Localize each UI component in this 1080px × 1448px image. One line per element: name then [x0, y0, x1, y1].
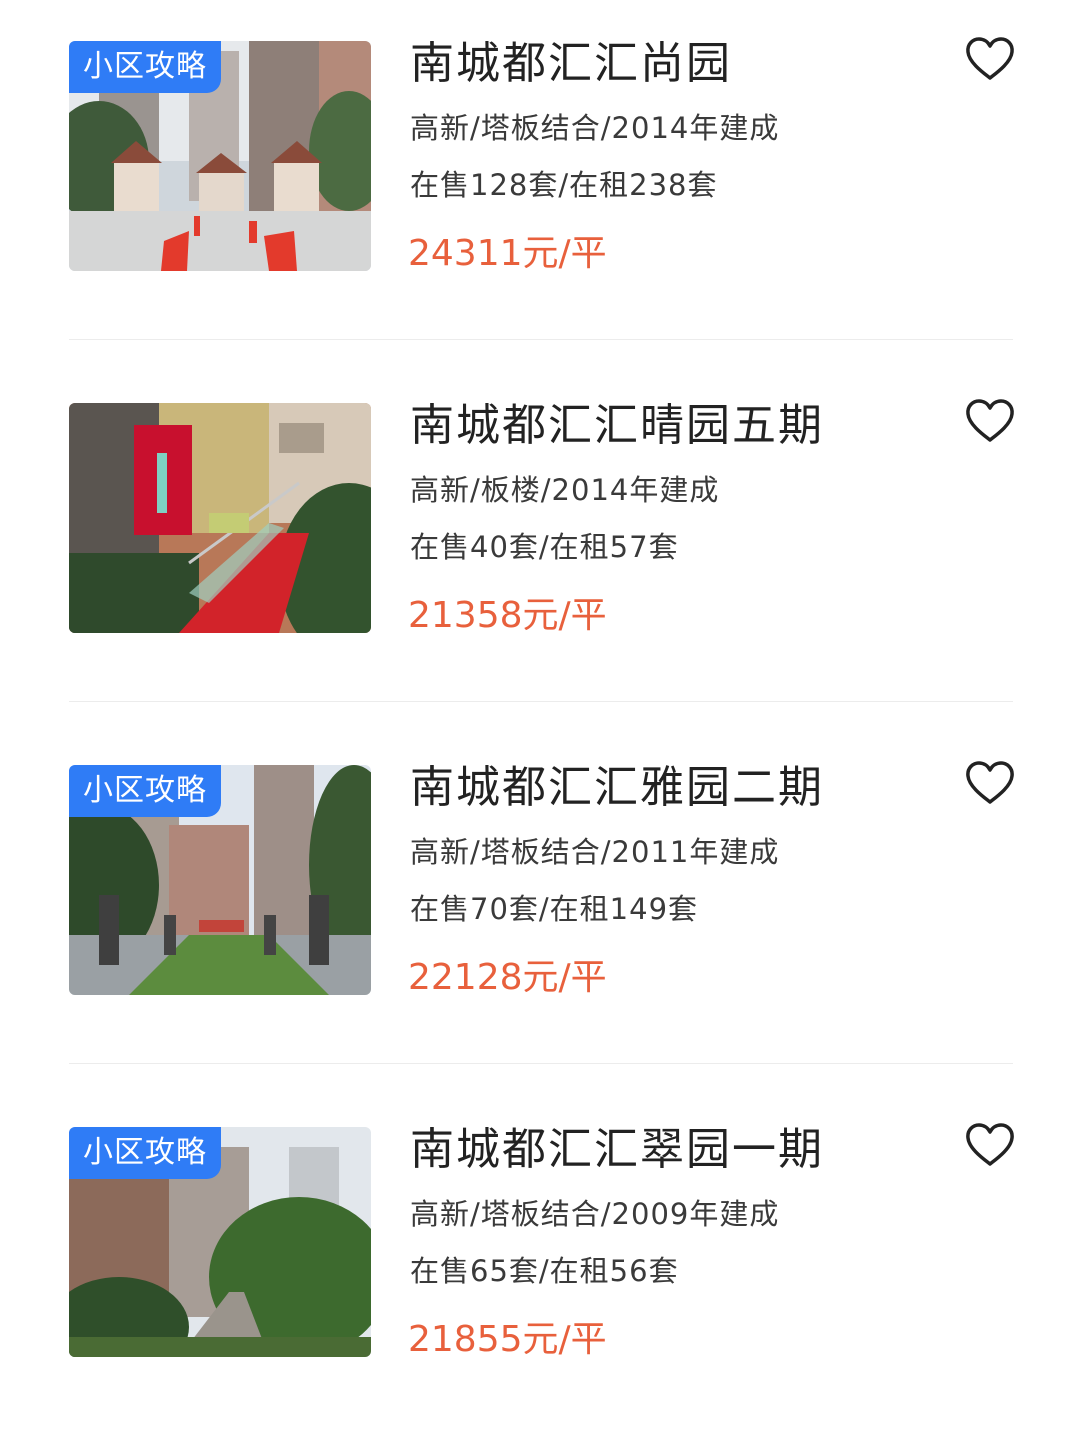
listing-stock: 在售65套/在租56套 — [410, 1254, 679, 1288]
listing-photo[interactable]: 小区攻略 — [69, 1127, 371, 1357]
heart-outline-icon — [966, 1123, 1014, 1166]
listing-title[interactable]: 南城都汇汇尚园 — [410, 36, 732, 92]
listing-price: 24311元/平 — [408, 233, 607, 274]
listing-photo[interactable] — [69, 403, 371, 633]
listing-card[interactable]: 南城都汇汇晴园五期 高新/板楼/2014年建成 在售40套/在租57套 2135… — [0, 362, 1080, 724]
listing-photo[interactable]: 小区攻略 — [69, 41, 371, 271]
listing-price: 22128元/平 — [408, 957, 607, 998]
favorite-button[interactable] — [963, 36, 1017, 82]
favorite-button[interactable] — [963, 1122, 1017, 1168]
community-guide-badge: 小区攻略 — [69, 1127, 221, 1179]
stairway-photo — [69, 403, 371, 633]
listing-stock: 在售40套/在租57套 — [410, 530, 679, 564]
listing-card[interactable]: 小区攻略 南城都汇汇雅园二期 高新/塔板结合/2011年建成 在售70套/在租1… — [0, 724, 1080, 1086]
community-guide-badge: 小区攻略 — [69, 765, 221, 817]
community-guide-badge: 小区攻略 — [69, 41, 221, 93]
listing-meta: 高新/塔板结合/2011年建成 — [410, 835, 780, 869]
card-divider — [69, 1063, 1013, 1064]
listing-card[interactable]: 小区攻略 南城都汇汇翠园一期 高新/塔板结合/2009年建成 在售65套/在租5… — [0, 1086, 1080, 1448]
listing-price: 21855元/平 — [408, 1319, 607, 1360]
listing-meta: 高新/板楼/2014年建成 — [410, 473, 720, 507]
heart-outline-icon — [966, 761, 1014, 804]
listing-card[interactable]: 小区攻略 南城都汇汇尚园 高新/塔板结合/2014年建成 在售128套/在租23… — [0, 0, 1080, 362]
heart-outline-icon — [966, 37, 1014, 80]
listing-title[interactable]: 南城都汇汇雅园二期 — [410, 760, 824, 816]
listing-title[interactable]: 南城都汇汇晴园五期 — [410, 398, 824, 454]
listing-meta: 高新/塔板结合/2014年建成 — [410, 111, 780, 145]
listing-meta: 高新/塔板结合/2009年建成 — [410, 1197, 780, 1231]
heart-outline-icon — [966, 399, 1014, 442]
favorite-button[interactable] — [963, 398, 1017, 444]
listing-photo[interactable]: 小区攻略 — [69, 765, 371, 995]
listing-price: 21358元/平 — [408, 595, 607, 636]
card-divider — [69, 339, 1013, 340]
card-divider — [69, 701, 1013, 702]
listing-stock: 在售70套/在租149套 — [410, 892, 699, 926]
listing-stock: 在售128套/在租238套 — [410, 168, 718, 202]
listing-title[interactable]: 南城都汇汇翠园一期 — [410, 1122, 824, 1178]
favorite-button[interactable] — [963, 760, 1017, 806]
